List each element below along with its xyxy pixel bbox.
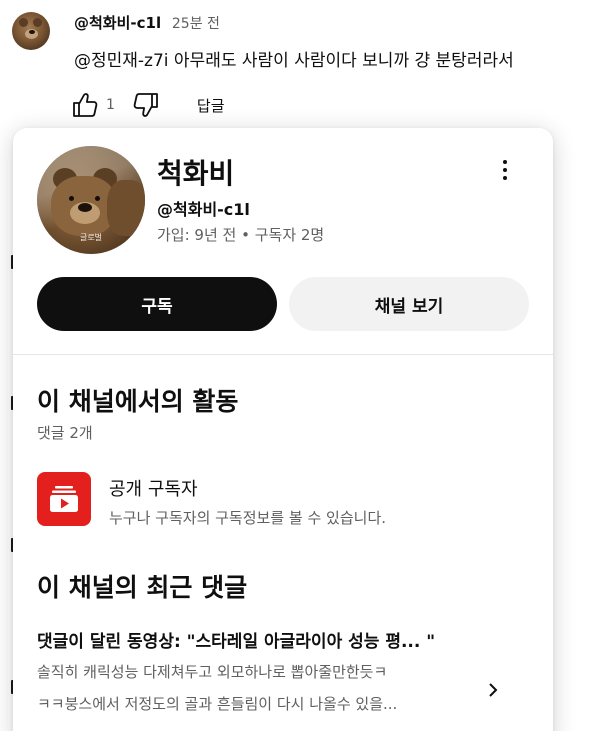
comment-text: @정민재-z7i 아무래도 사람이 사람이다 보니까 걍 분탕러라서 [74, 51, 514, 71]
more-vert-icon [503, 160, 507, 164]
thumb-up-icon [73, 93, 98, 117]
public-subscriber-description: 누구나 구독자의 구독정보를 볼 수 있습니다. [109, 509, 387, 527]
comment-actions: 1 답글 [68, 90, 225, 120]
recent-comment-text-line[interactable]: 솔직히 캐릭성능 다제쳐두고 외모하나로 뽑아줄만한듯ㅋ [37, 661, 477, 682]
subscriptions-icon [37, 472, 91, 526]
channel-info-card: 글로벌 척화비 @척화비-c1l 가입: 9년 전 • 구독자 2명 구독 채널… [13, 128, 553, 731]
recent-comment-text-line[interactable]: ㅋㅋ붕스에서 저정도의 골과 흔들림이 다시 나올수 있을... [37, 693, 477, 714]
recent-comment-video[interactable]: 댓글이 달린 동영상: "스타레일 아글라이아 성능 평... " [37, 627, 537, 652]
recent-comments-title: 이 채널의 최근 댓글 [37, 573, 248, 602]
dislike-button[interactable] [129, 90, 163, 120]
comment-header: @척화비-c1l 25분 전 [74, 12, 220, 33]
divider [13, 354, 553, 355]
channel-handle: @척화비-c1l [157, 200, 250, 219]
comment-author[interactable]: @척화비-c1l [74, 14, 161, 32]
view-channel-button[interactable]: 채널 보기 [289, 277, 529, 331]
more-actions-button[interactable] [491, 154, 519, 186]
channel-avatar[interactable]: 글로벌 [37, 146, 145, 254]
commenter-avatar[interactable] [12, 12, 50, 50]
like-count: 1 [106, 97, 115, 113]
channel-meta: 가입: 9년 전 • 구독자 2명 [157, 226, 325, 244]
chevron-right-icon[interactable] [483, 678, 503, 702]
activity-section-title: 이 채널에서의 활동 [37, 387, 239, 416]
thumb-down-icon [133, 93, 158, 117]
public-subscriber-title: 공개 구독자 [109, 479, 198, 500]
comment-thread-item: @척화비-c1l 25분 전 @정민재-z7i 아무래도 사람이 사람이다 보니… [12, 8, 606, 128]
subscribe-button[interactable]: 구독 [37, 277, 277, 331]
activity-comment-count: 댓글 2개 [37, 424, 93, 442]
channel-name: 척화비 [157, 157, 235, 190]
avatar-watermark: 글로벌 [79, 233, 103, 242]
reply-button[interactable]: 답글 [197, 95, 225, 116]
like-button[interactable] [68, 90, 102, 120]
comment-time[interactable]: 25분 전 [172, 16, 220, 32]
